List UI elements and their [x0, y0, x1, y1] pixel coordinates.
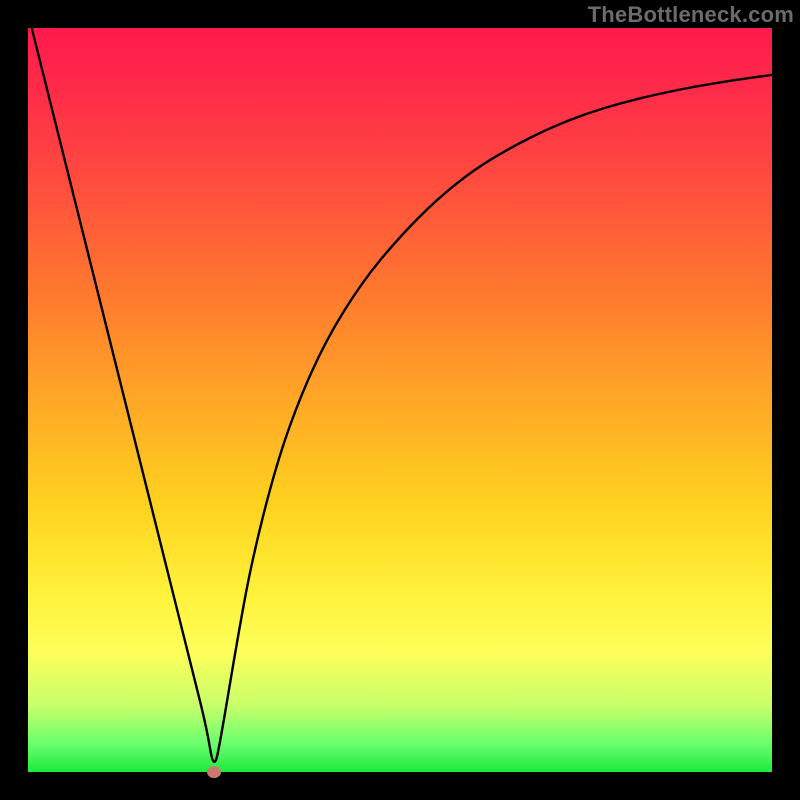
optimal-point-marker: [207, 766, 221, 778]
watermark-text: TheBottleneck.com: [588, 2, 794, 28]
plot-area: [28, 28, 772, 772]
chart-frame: TheBottleneck.com: [0, 0, 800, 800]
